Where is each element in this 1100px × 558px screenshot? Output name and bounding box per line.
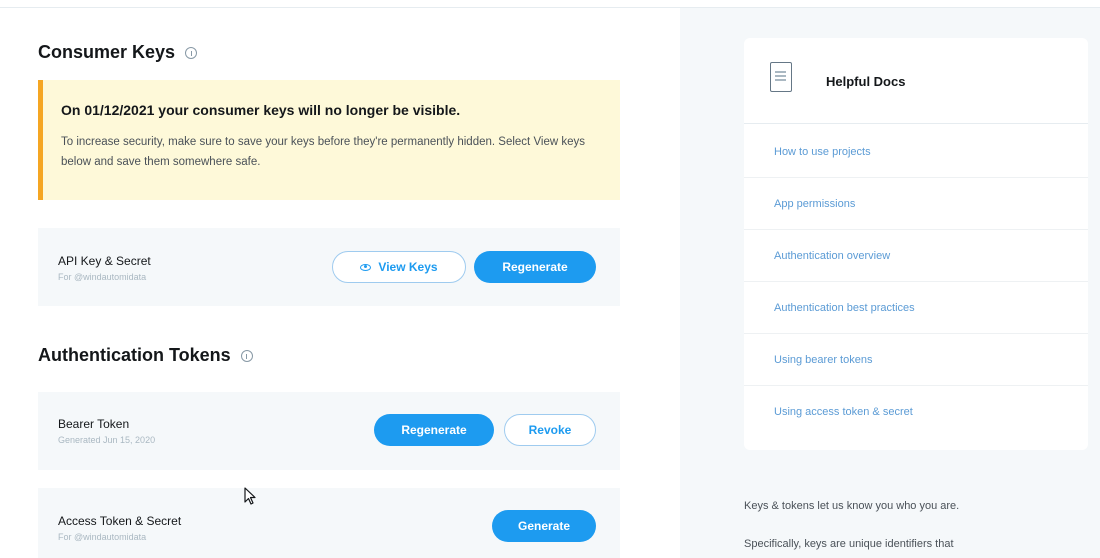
bearer-token-subtitle: Generated Jun 15, 2020 <box>58 435 156 445</box>
bearer-token-row: Bearer Token Generated Jun 15, 2020 Rege… <box>38 392 620 470</box>
doc-link-label[interactable]: How to use projects <box>774 146 871 158</box>
generate-button[interactable]: Generate <box>492 510 596 542</box>
eye-icon <box>360 263 372 271</box>
revoke-button[interactable]: Revoke <box>504 414 596 446</box>
info-icon[interactable] <box>240 349 253 362</box>
doc-link-label[interactable]: Authentication best practices <box>774 302 915 314</box>
mouse-cursor-icon <box>244 487 256 505</box>
info-icon[interactable] <box>185 46 198 59</box>
doc-link-label[interactable]: Authentication overview <box>774 250 890 262</box>
document-icon <box>770 62 792 92</box>
access-token-subtitle: For @windautomidata <box>58 532 147 542</box>
view-keys-button[interactable]: View Keys <box>332 251 466 283</box>
visibility-notice: On 01/12/2021 your consumer keys will no… <box>38 80 620 200</box>
regenerate-api-key-button[interactable]: Regenerate <box>474 251 596 283</box>
consumer-keys-heading: Consumer Keys <box>38 42 198 63</box>
docs-title: Helpful Docs <box>826 74 906 89</box>
doc-link-label[interactable]: Using bearer tokens <box>774 354 872 366</box>
api-key-row: API Key & Secret For @windautomidata Vie… <box>38 228 620 306</box>
doc-link-app-permissions[interactable]: App permissions <box>744 178 1088 230</box>
access-token-row: Access Token & Secret For @windautomidat… <box>38 488 620 558</box>
regenerate-label: Regenerate <box>502 260 568 274</box>
auth-tokens-heading: Authentication Tokens <box>38 345 253 366</box>
view-keys-label: View Keys <box>378 260 438 274</box>
regenerate-bearer-button[interactable]: Regenerate <box>374 414 494 446</box>
helpful-docs-card: Helpful Docs How to use projects App per… <box>744 38 1088 450</box>
access-token-title: Access Token & Secret <box>58 514 182 528</box>
sidebar-description-line1: Keys & tokens let us know you who you ar… <box>744 500 960 512</box>
doc-link-label[interactable]: App permissions <box>774 198 855 210</box>
regenerate-label: Regenerate <box>401 423 467 437</box>
auth-tokens-title: Authentication Tokens <box>38 345 231 365</box>
doc-link-label[interactable]: Using access token & secret <box>774 406 913 418</box>
top-divider <box>0 0 1100 8</box>
notice-title: On 01/12/2021 your consumer keys will no… <box>61 102 461 118</box>
doc-link-bearer-tokens[interactable]: Using bearer tokens <box>744 334 1088 386</box>
docs-header: Helpful Docs <box>744 38 1088 124</box>
api-key-title: API Key & Secret <box>58 254 151 268</box>
generate-label: Generate <box>517 519 571 533</box>
doc-link-access-token[interactable]: Using access token & secret <box>744 386 1088 438</box>
doc-link-projects[interactable]: How to use projects <box>744 126 1088 178</box>
notice-body: To increase security, make sure to save … <box>61 136 585 168</box>
sidebar-description-line2: Specifically, keys are unique identifier… <box>744 538 954 550</box>
consumer-keys-title: Consumer Keys <box>38 42 176 62</box>
api-key-subtitle: For @windautomidata <box>58 272 147 282</box>
doc-link-auth-overview[interactable]: Authentication overview <box>744 230 1088 282</box>
revoke-label: Revoke <box>528 423 572 437</box>
doc-link-auth-best-practices[interactable]: Authentication best practices <box>744 282 1088 334</box>
bearer-token-title: Bearer Token <box>58 417 130 431</box>
